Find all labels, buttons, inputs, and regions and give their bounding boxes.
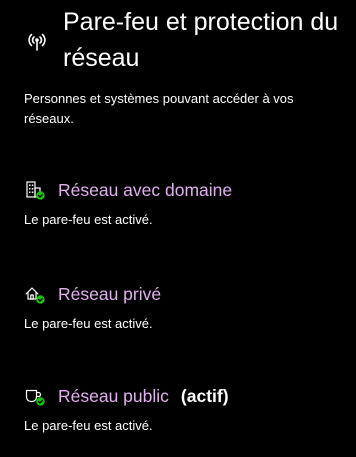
network-domain-link[interactable]: Réseau avec domaine: [24, 178, 344, 202]
public-network-icon: [24, 386, 46, 406]
network-active-badge: (actif): [180, 385, 229, 406]
network-public-status: Le pare-feu est activé.: [24, 418, 153, 433]
network-public-name[interactable]: Réseau public: [58, 386, 169, 407]
page-title: Pare-feu et protection du réseau: [63, 8, 339, 72]
network-public: Réseau public (actif) Le pare-feu est ac…: [24, 384, 344, 435]
wireless-antenna-icon: [24, 26, 50, 52]
network-domain-status: Le pare-feu est activé.: [24, 212, 153, 227]
private-network-icon: [24, 284, 46, 304]
network-private-link[interactable]: Réseau privé: [24, 282, 344, 306]
network-private: Réseau privé Le pare-feu est activé.: [24, 282, 344, 333]
page-description: Personnes et systèmes pouvant accéder à …: [24, 91, 294, 126]
network-public-link[interactable]: Réseau public (actif): [24, 384, 344, 408]
network-domain: Réseau avec domaine Le pare-feu est acti…: [24, 178, 344, 229]
network-private-status: Le pare-feu est activé.: [24, 316, 153, 331]
network-private-name[interactable]: Réseau privé: [58, 284, 161, 305]
network-domain-name[interactable]: Réseau avec domaine: [58, 180, 232, 201]
domain-network-icon: [24, 180, 46, 200]
